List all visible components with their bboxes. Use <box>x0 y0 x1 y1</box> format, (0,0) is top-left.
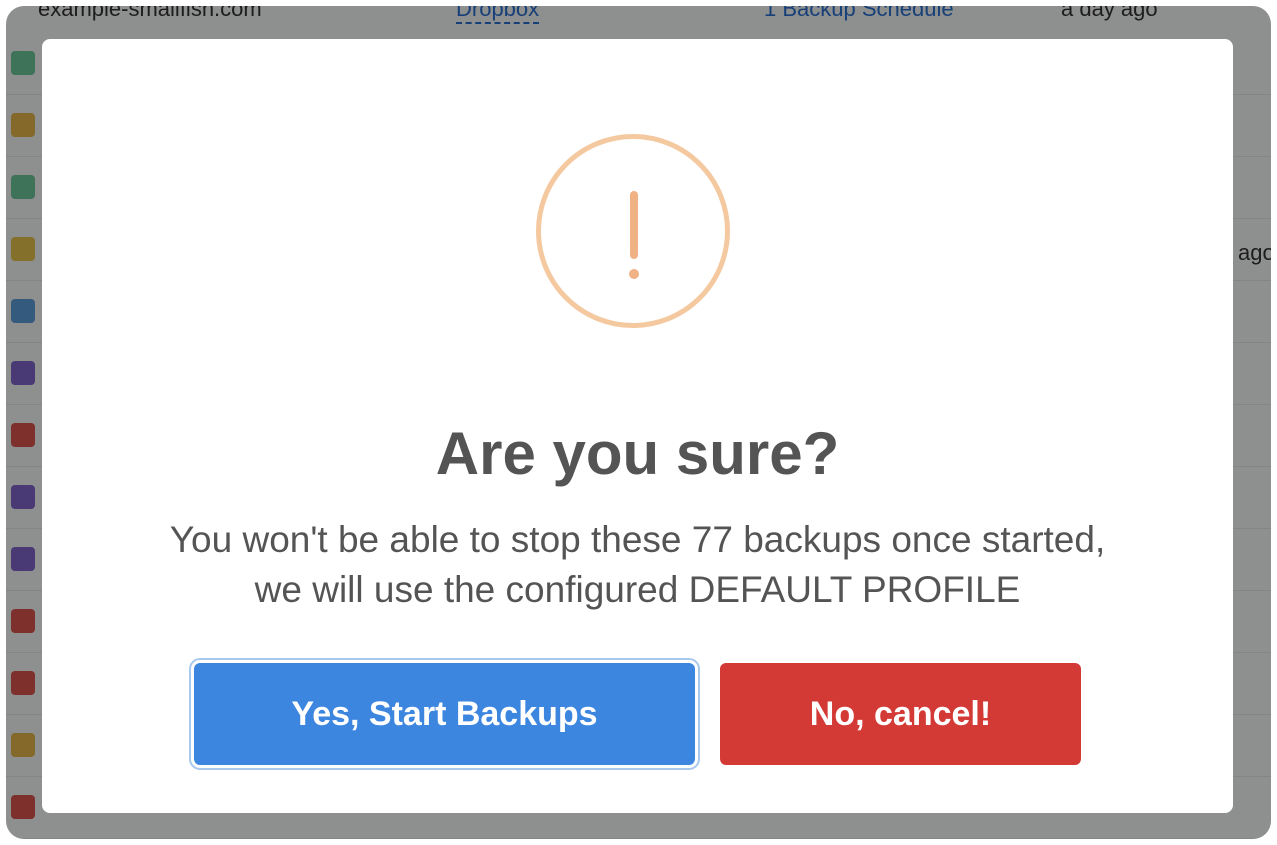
dialog-message-line: You won't be able to stop these 77 backu… <box>169 519 1106 560</box>
warning-icon <box>536 134 730 328</box>
confirm-start-backups-button[interactable]: Yes, Start Backups <box>194 663 695 765</box>
app-frame: example-smallfish.com Dropbox 1 Backup S… <box>6 6 1271 839</box>
dialog-title: Are you sure? <box>435 420 840 487</box>
dialog-message: You won't be able to stop these 77 backu… <box>42 515 1233 615</box>
warning-icon-bar <box>630 191 638 259</box>
warning-icon-dot <box>629 269 639 279</box>
dialog-message-line: we will use the configured DEFAULT PROFI… <box>254 569 1021 610</box>
cancel-button[interactable]: No, cancel! <box>720 663 1081 765</box>
confirm-dialog: Are you sure? You won't be able to stop … <box>42 39 1233 813</box>
